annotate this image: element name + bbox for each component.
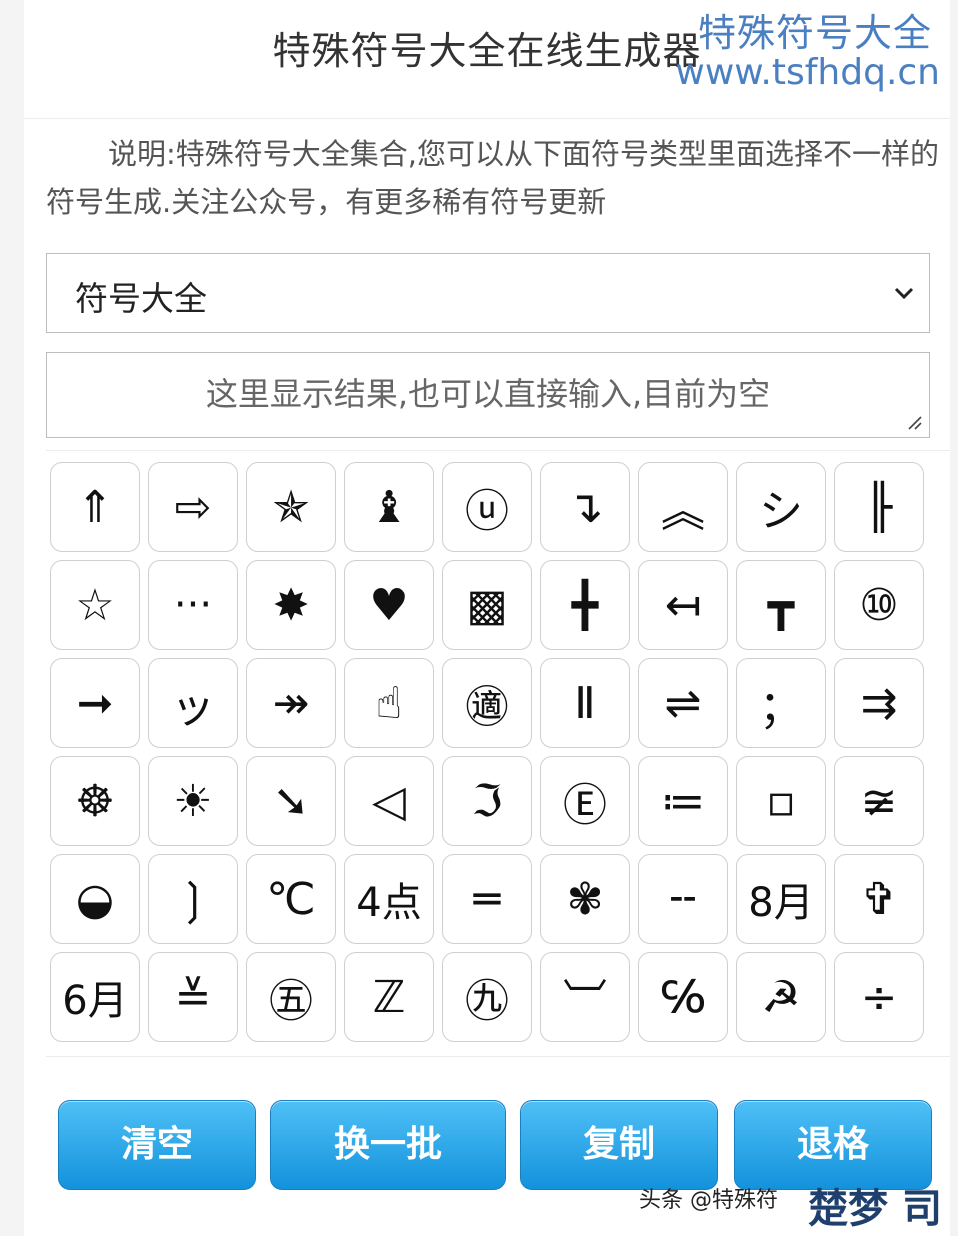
symbol-cell[interactable]: ···: [148, 560, 238, 650]
symbol-cell[interactable]: ╟: [834, 462, 924, 552]
symbol-cell[interactable]: ︺: [540, 952, 630, 1042]
resize-grip-icon[interactable]: [905, 413, 923, 431]
symbol-cell[interactable]: ♝: [344, 462, 434, 552]
credit-text: 头条 @特殊符: [639, 1188, 778, 1213]
symbol-cell[interactable]: 6月: [50, 952, 140, 1042]
copy-button[interactable]: 复制: [520, 1100, 718, 1190]
symbol-cell[interactable]: ℅: [638, 952, 728, 1042]
symbol-cell[interactable]: ✞: [834, 854, 924, 944]
symbol-cell[interactable]: ÷: [834, 952, 924, 1042]
symbol-cell[interactable]: ⇉: [834, 658, 924, 748]
symbol-type-value: 符号大全: [75, 279, 207, 318]
symbol-cell[interactable]: ⇑: [50, 462, 140, 552]
symbol-cell[interactable]: ↤: [638, 560, 728, 650]
symbol-cell[interactable]: ⓤ: [442, 462, 532, 552]
symbol-cell[interactable]: ≔: [638, 756, 728, 846]
symbol-grid: ⇑ ⇨ ✯ ♝ ⓤ ↴ ︽ シ ╟ ☆ ··· ✸ ♥ ▩ ╋ ↤ ┳ ⑩ ➞ ッ ↠ ☝ ㊜ Ⅱ ⇌； ⇉ ☸ ☀ ➘ ◁ ℑ Ⓔ ≔ ▫ ≆ ◒ ❳…: [50, 462, 930, 1042]
symbol-cell[interactable]: ⇨: [148, 462, 238, 552]
symbol-cell[interactable]: 8月: [736, 854, 826, 944]
symbol-cell[interactable]: ≆: [834, 756, 924, 846]
symbol-cell[interactable]: ℤ: [344, 952, 434, 1042]
result-textarea[interactable]: 这里显示结果,也可以直接输入,目前为空: [46, 352, 930, 438]
symbol-cell[interactable]: Ⅱ: [540, 658, 630, 748]
symbol-cell[interactable]: ┳: [736, 560, 826, 650]
symbol-cell[interactable]: ◒: [50, 854, 140, 944]
symbol-cell[interactable]: ☭: [736, 952, 826, 1042]
symbol-cell[interactable]: ℑ: [442, 756, 532, 846]
chevron-down-icon: [894, 287, 914, 300]
symbol-cell[interactable]: ︽: [638, 462, 728, 552]
symbol-cell[interactable]: ♥: [344, 560, 434, 650]
description-text: 说明:特殊符号大全集合,您可以从下面符号类型里面选择不一样的符号生成.关注公众号…: [46, 137, 939, 219]
symbol-cell[interactable]: ☆: [50, 560, 140, 650]
symbol-cell[interactable]: ✾: [540, 854, 630, 944]
symbol-cell[interactable]: ㊜: [442, 658, 532, 748]
symbol-cell[interactable]: ➘: [246, 756, 336, 846]
symbol-cell[interactable]: ▫: [736, 756, 826, 846]
symbol-cell[interactable]: ；: [736, 658, 826, 748]
symbol-cell[interactable]: ⇌: [638, 658, 728, 748]
symbol-cell[interactable]: ≚: [148, 952, 238, 1042]
symbol-cell[interactable]: ╋: [540, 560, 630, 650]
symbol-cell[interactable]: 4点: [344, 854, 434, 944]
symbol-cell[interactable]: ☸: [50, 756, 140, 846]
symbol-cell[interactable]: ▩: [442, 560, 532, 650]
symbol-cell[interactable]: ❳: [148, 854, 238, 944]
symbol-cell[interactable]: シ: [736, 462, 826, 552]
symbol-cell[interactable]: ↠: [246, 658, 336, 748]
symbol-cell[interactable]: ℃: [246, 854, 336, 944]
symbol-cell[interactable]: ↴: [540, 462, 630, 552]
symbol-cell[interactable]: ㊈: [442, 952, 532, 1042]
result-placeholder: 这里显示结果,也可以直接输入,目前为空: [205, 375, 771, 413]
symbol-cell[interactable]: Ⓔ: [540, 756, 630, 846]
symbol-cell[interactable]: ═: [442, 854, 532, 944]
symbol-type-select[interactable]: 符号大全: [46, 253, 930, 333]
symbol-cell[interactable]: ➞: [50, 658, 140, 748]
symbol-cell[interactable]: ✸: [246, 560, 336, 650]
divider: [46, 450, 950, 451]
symbol-cell[interactable]: ✯: [246, 462, 336, 552]
symbol-cell[interactable]: ╌: [638, 854, 728, 944]
divider: [46, 1056, 950, 1057]
symbol-cell[interactable]: ◁: [344, 756, 434, 846]
watermark-name: 特殊符号大全: [697, 11, 932, 55]
symbol-cell[interactable]: ☀: [148, 756, 238, 846]
refresh-batch-button[interactable]: 换一批: [270, 1100, 506, 1190]
symbol-cell[interactable]: ⑩: [834, 560, 924, 650]
symbol-cell[interactable]: ㊄: [246, 952, 336, 1042]
clear-button[interactable]: 清空: [58, 1100, 256, 1190]
watermark-url: www.tsfhdq.cn: [675, 52, 940, 93]
divider: [24, 118, 950, 119]
symbol-cell[interactable]: ☝: [344, 658, 434, 748]
page: 特殊符号大全在线生成器 特殊符号大全 www.tsfhdq.cn 说明:特殊符号…: [24, 0, 950, 1236]
symbol-cell[interactable]: ッ: [148, 658, 238, 748]
site-logo: 楚梦 司: [808, 1186, 942, 1232]
